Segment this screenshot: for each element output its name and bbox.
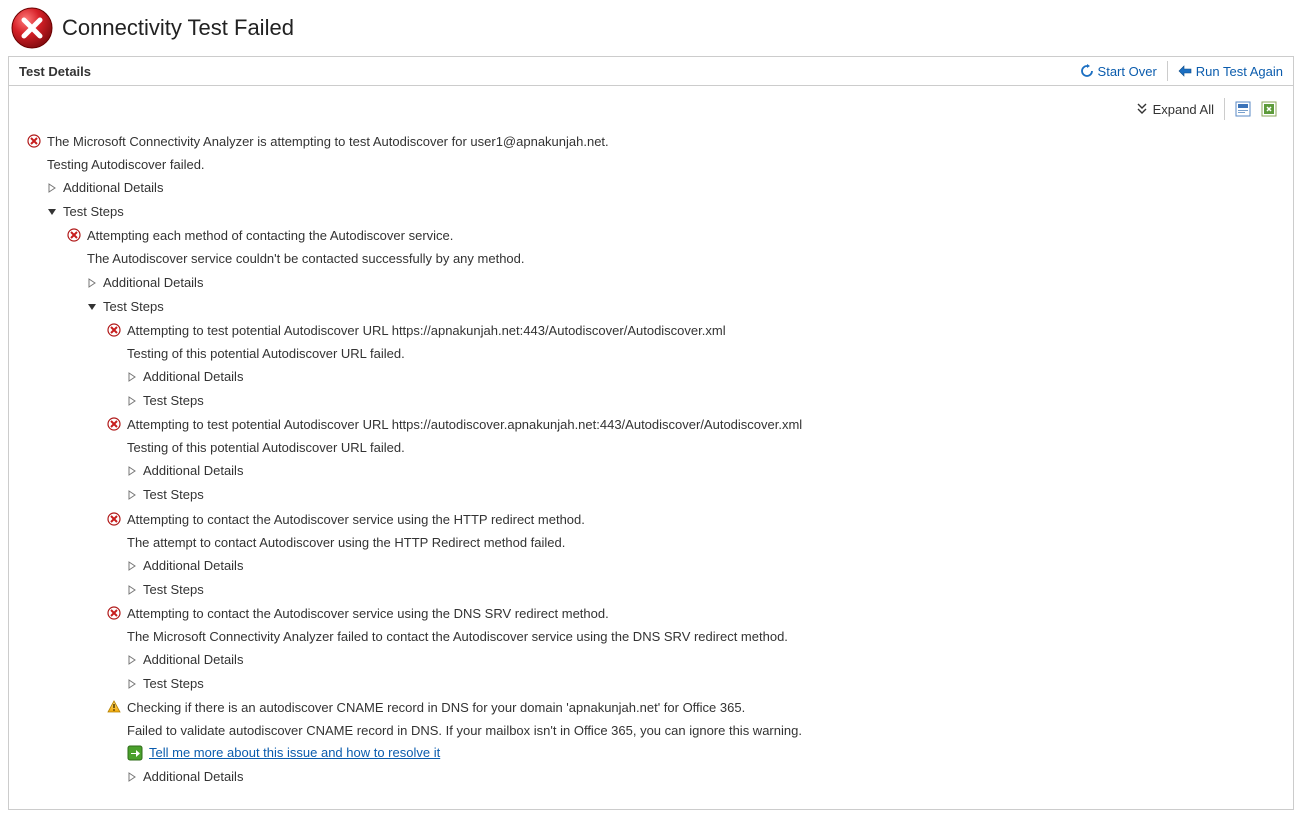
panel-actions: Start Over Run Test Again (1080, 61, 1283, 81)
expand-toggle[interactable] (127, 679, 137, 689)
expand-toggle[interactable] (127, 585, 137, 595)
additional-details[interactable]: Additional Details (143, 555, 243, 577)
expand-toggle[interactable] (127, 561, 137, 571)
page-header: Connectivity Test Failed (0, 0, 1302, 56)
expand-all-label: Expand All (1153, 102, 1214, 117)
test-details-panel: Test Details Start Over Run Test Again (8, 56, 1294, 810)
node-title: Checking if there is an autodiscover CNA… (127, 697, 745, 719)
expand-toggle[interactable] (127, 466, 137, 476)
node-title: Attempting each method of contacting the… (87, 225, 453, 247)
start-over-label: Start Over (1098, 64, 1157, 79)
node-title: Attempting to test potential Autodiscove… (127, 414, 802, 436)
node-subtext: Testing Autodiscover failed. (47, 154, 1275, 176)
node-subtext: Testing of this potential Autodiscover U… (127, 437, 1275, 459)
expand-toggle[interactable] (47, 183, 57, 193)
error-icon (67, 228, 81, 242)
expand-toggle[interactable] (127, 772, 137, 782)
tree-node: Attempting to contact the Autodiscover s… (107, 508, 1275, 602)
node-subtext: Failed to validate autodiscover CNAME re… (127, 720, 1275, 742)
run-again-button[interactable]: Run Test Again (1178, 64, 1283, 79)
collapse-toggle[interactable] (47, 207, 57, 217)
test-steps[interactable]: Test Steps (143, 579, 204, 601)
page-title: Connectivity Test Failed (62, 15, 294, 41)
node-title: Attempting to contact the Autodiscover s… (127, 509, 585, 531)
tree-node: Attempting each method of contacting the… (67, 224, 1275, 788)
separator (1167, 61, 1168, 81)
node-title: Attempting to contact the Autodiscover s… (127, 603, 609, 625)
expand-all-button[interactable]: Expand All (1137, 102, 1214, 117)
node-subtext: The Autodiscover service couldn't be con… (87, 248, 1275, 270)
separator (1224, 98, 1225, 120)
additional-details[interactable]: Additional Details (63, 177, 163, 199)
expand-toggle[interactable] (127, 490, 137, 500)
tree-node: The Microsoft Connectivity Analyzer is a… (27, 130, 1275, 789)
node-subtext: The Microsoft Connectivity Analyzer fail… (127, 626, 1275, 648)
error-icon (27, 134, 41, 148)
test-steps[interactable]: Test Steps (143, 484, 204, 506)
node-title: Attempting to test potential Autodiscove… (127, 320, 726, 342)
tree-node: Attempting to test potential Autodiscove… (107, 413, 1275, 507)
test-steps[interactable]: Test Steps (143, 390, 204, 412)
tree-node: Checking if there is an autodiscover CNA… (107, 696, 1275, 788)
error-icon (107, 417, 121, 431)
additional-details[interactable]: Additional Details (143, 460, 243, 482)
results-tree: The Microsoft Connectivity Analyzer is a… (9, 126, 1293, 809)
xml-export-icon[interactable] (1261, 101, 1277, 117)
resolve-link[interactable]: Tell me more about this issue and how to… (149, 742, 440, 764)
expand-toggle[interactable] (127, 372, 137, 382)
additional-details[interactable]: Additional Details (143, 649, 243, 671)
expand-toggle[interactable] (127, 396, 137, 406)
collapse-toggle[interactable] (87, 302, 97, 312)
tree-node: Attempting to test potential Autodiscove… (107, 319, 1275, 413)
refresh-icon (1080, 64, 1094, 78)
node-title: The Microsoft Connectivity Analyzer is a… (47, 131, 609, 153)
start-over-button[interactable]: Start Over (1080, 64, 1157, 79)
error-icon (107, 606, 121, 620)
additional-details[interactable]: Additional Details (103, 272, 203, 294)
test-steps[interactable]: Test Steps (63, 201, 124, 223)
toolbar: Expand All (9, 86, 1293, 126)
arrow-left-icon (1178, 65, 1192, 77)
tree-node: Attempting to contact the Autodiscover s… (107, 602, 1275, 696)
error-icon (107, 323, 121, 337)
panel-title: Test Details (19, 64, 91, 79)
node-subtext: Testing of this potential Autodiscover U… (127, 343, 1275, 365)
node-subtext: The attempt to contact Autodiscover usin… (127, 532, 1275, 554)
info-arrow-icon (127, 745, 143, 761)
error-large-icon (10, 6, 54, 50)
additional-details[interactable]: Additional Details (143, 766, 243, 788)
test-steps[interactable]: Test Steps (143, 673, 204, 695)
error-icon (107, 512, 121, 526)
test-steps[interactable]: Test Steps (103, 296, 164, 318)
warning-icon (107, 700, 121, 714)
word-export-icon[interactable] (1235, 101, 1251, 117)
panel-header: Test Details Start Over Run Test Again (9, 57, 1293, 86)
expand-toggle[interactable] (87, 278, 97, 288)
expand-toggle[interactable] (127, 655, 137, 665)
expand-icon (1137, 103, 1147, 115)
run-again-label: Run Test Again (1196, 64, 1283, 79)
additional-details[interactable]: Additional Details (143, 366, 243, 388)
